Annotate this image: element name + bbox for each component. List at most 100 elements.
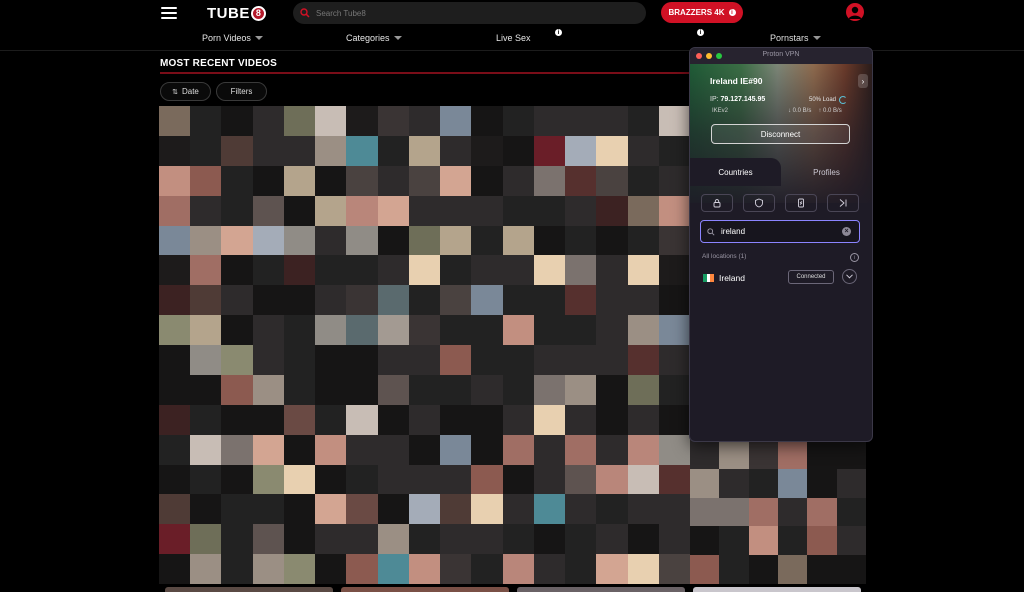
mosaic-tile	[221, 285, 253, 316]
mosaic-tile	[377, 106, 409, 136]
disconnect-button[interactable]: Disconnect	[711, 124, 850, 144]
country-search-input[interactable]	[719, 226, 843, 237]
mosaic-tile	[221, 135, 253, 166]
date-sort-button[interactable]: ⇅ Date	[160, 82, 211, 101]
mosaic-tile	[346, 464, 378, 495]
mosaic-tile	[533, 494, 566, 525]
mosaic-tile	[502, 434, 534, 465]
mosaic-tile	[596, 494, 628, 525]
pixelated-video-thumbnail[interactable]	[690, 440, 866, 584]
mosaic-tile	[502, 554, 534, 584]
mosaic-tile	[596, 255, 628, 286]
secure-core-filter-button[interactable]	[701, 194, 733, 212]
mosaic-tile	[283, 106, 316, 136]
tor-filter-button[interactable]	[827, 194, 859, 212]
mosaic-tile	[346, 404, 378, 435]
mosaic-tile	[836, 526, 866, 556]
mosaic-tile	[283, 345, 316, 375]
mosaic-tile	[377, 255, 409, 286]
mosaic-tile	[627, 554, 659, 584]
mosaic-tile	[190, 404, 222, 435]
info-icon: i	[697, 29, 704, 36]
video-thumbnail[interactable]	[341, 587, 509, 592]
mosaic-tile	[565, 165, 597, 196]
mosaic-tile	[627, 374, 659, 405]
mosaic-tile	[658, 404, 690, 435]
mosaic-tile	[377, 404, 409, 435]
upload-speed: ↑ 0.0 B/s	[818, 108, 841, 114]
mosaic-tile	[440, 285, 472, 316]
mosaic-tile	[596, 285, 628, 316]
mosaic-tile	[596, 225, 628, 256]
account-icon[interactable]	[846, 3, 864, 21]
chevron-down-icon[interactable]	[842, 269, 857, 284]
chevron-right-icon[interactable]: ›	[858, 74, 868, 88]
mosaic-tile	[658, 106, 690, 136]
site-logo[interactable]: TUBE 8	[207, 4, 266, 22]
connected-badge[interactable]: Connected	[788, 270, 834, 284]
mosaic-tile	[377, 315, 409, 345]
mosaic-tile	[690, 555, 720, 584]
mosaic-tile	[221, 255, 253, 286]
mosaic-tile	[315, 285, 347, 316]
nav-live-sex[interactable]: Live Sex	[496, 33, 531, 43]
nav-porn-videos[interactable]: Porn Videos	[202, 33, 263, 43]
tab-countries[interactable]: Countries	[690, 158, 781, 186]
nav-pornstars[interactable]: Pornstars	[770, 33, 821, 43]
video-thumbnail[interactable]	[165, 587, 333, 592]
filters-button[interactable]: Filters	[216, 82, 267, 101]
video-thumbnail[interactable]	[517, 587, 685, 592]
download-value: 0.0 B/s	[792, 108, 812, 114]
mosaic-tile	[159, 494, 191, 525]
mosaic-tile	[778, 555, 808, 584]
mosaic-tile	[748, 555, 778, 584]
country-row-ireland[interactable]: Ireland Connected	[700, 269, 866, 286]
vpn-tabs: Countries Profiles	[690, 158, 872, 186]
mosaic-tile	[377, 554, 409, 584]
mosaic-tile	[533, 225, 566, 256]
netshield-filter-button[interactable]	[743, 194, 775, 212]
mosaic-tile	[283, 434, 316, 465]
mosaic-tile	[627, 165, 659, 196]
info-icon[interactable]: i	[850, 253, 859, 262]
mosaic-tile	[690, 526, 720, 556]
clear-search-icon[interactable]: ×	[842, 227, 851, 236]
mosaic-tile	[440, 315, 472, 345]
mosaic-tile	[377, 374, 409, 405]
mosaic-tile	[221, 225, 253, 256]
mosaic-tile	[565, 315, 597, 345]
mosaic-tile	[159, 135, 191, 166]
mosaic-tile	[252, 494, 284, 525]
site-header: TUBE 8 BRAZZERS 4K i Porn Videos Categor…	[0, 0, 1024, 51]
mosaic-tile	[440, 374, 472, 405]
mosaic-tile	[807, 555, 837, 584]
flag-stripe	[710, 274, 715, 282]
country-search-field[interactable]: ×	[700, 220, 860, 243]
mosaic-tile	[190, 165, 222, 196]
video-thumbnail[interactable]	[693, 587, 861, 592]
mosaic-tile	[719, 440, 749, 469]
brazzers-4k-button[interactable]: BRAZZERS 4K i	[661, 2, 743, 23]
menu-icon[interactable]	[161, 7, 177, 19]
search-bar[interactable]	[293, 2, 646, 24]
p2p-filter-button[interactable]	[785, 194, 817, 212]
mosaic-tile	[533, 554, 566, 584]
mosaic-tile	[346, 285, 378, 316]
search-input[interactable]	[314, 7, 618, 19]
mosaic-tile	[377, 464, 409, 495]
mosaic-tile	[658, 374, 690, 405]
pixelated-video-thumbnails[interactable]	[159, 106, 690, 584]
mosaic-tile	[719, 526, 749, 556]
mosaic-tile	[533, 165, 566, 196]
mosaic-tile	[408, 106, 441, 136]
brazzers-label: BRAZZERS 4K	[668, 8, 725, 17]
tab-profiles[interactable]: Profiles	[781, 158, 872, 186]
mosaic-tile	[658, 554, 690, 584]
mosaic-tile	[807, 440, 837, 469]
nav-categories[interactable]: Categories	[346, 33, 402, 43]
mosaic-tile	[807, 497, 837, 527]
mosaic-tile	[159, 195, 191, 226]
mosaic-tile	[315, 165, 347, 196]
vpn-window: Proton VPN Ireland IE#90 › IP: 79.127.14…	[689, 47, 873, 442]
mosaic-tile	[159, 374, 191, 405]
